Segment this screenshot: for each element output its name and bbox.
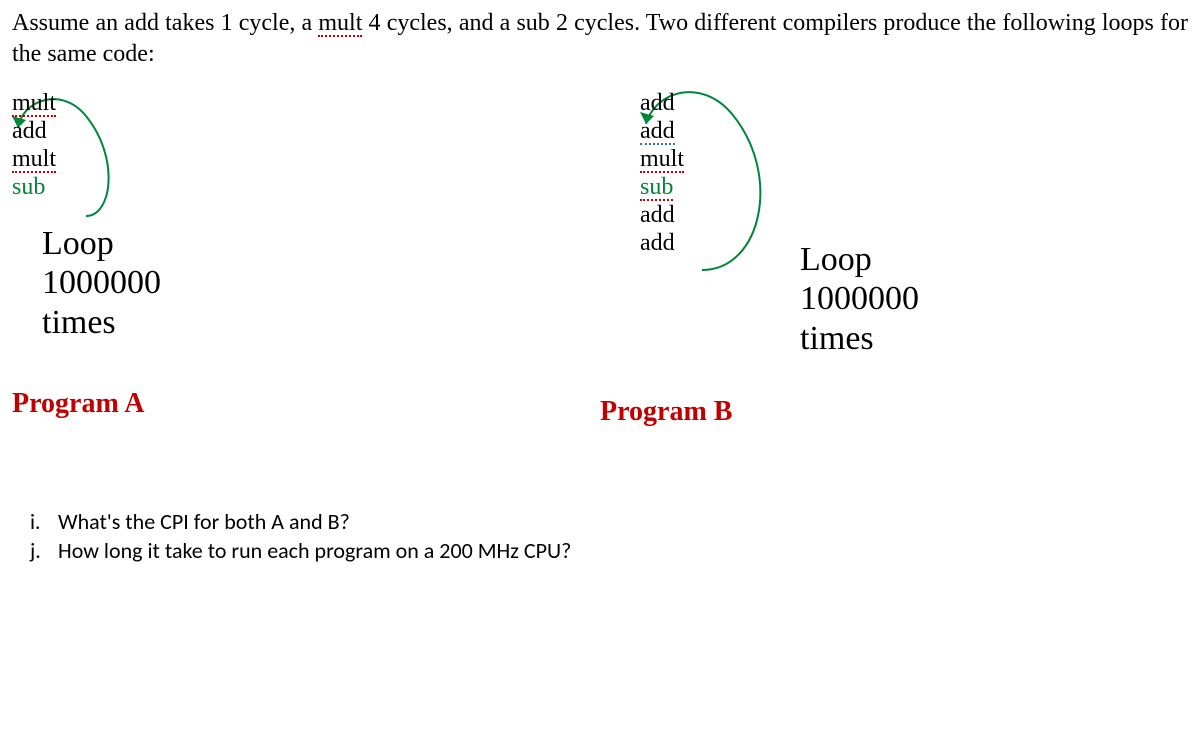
instr-b-1: add <box>640 121 675 145</box>
instr-a-2: mult <box>12 149 56 173</box>
loop-b-line1: Loop <box>800 240 919 279</box>
instr-a-1: add <box>12 118 47 144</box>
loop-a-line2: 1000000 <box>42 263 161 302</box>
program-b: add add mult sub add add Loop 1000000 ti… <box>600 88 1188 448</box>
instr-b-5: add <box>640 230 675 256</box>
loop-b-line3: times <box>800 319 919 358</box>
program-a-label: Program A <box>12 388 144 420</box>
loop-b-line2: 1000000 <box>800 279 919 318</box>
instr-a-0: mult <box>12 93 56 117</box>
q-j-text: How long it take to run each program on … <box>58 537 571 564</box>
question-j: j. How long it take to run each program … <box>12 537 1188 564</box>
q-i-text: What's the CPI for both A and B? <box>58 508 350 535</box>
q-i-num: i. <box>12 508 58 535</box>
instr-b-0: add <box>640 90 675 116</box>
intro-text: Assume an add takes 1 cycle, a mult 4 cy… <box>12 8 1188 70</box>
program-b-label: Program B <box>600 396 732 428</box>
loop-a-line1: Loop <box>42 224 161 263</box>
intro-pre: Assume an add takes 1 cycle, a <box>12 10 318 36</box>
program-a: mult add mult sub Loop 1000000 times Pro… <box>12 88 600 448</box>
intro-mult-word: mult <box>318 13 362 37</box>
instr-a-3: sub <box>12 174 45 200</box>
questions: i. What's the CPI for both A and B? j. H… <box>12 508 1188 564</box>
instr-b-3: sub <box>640 177 673 201</box>
question-i: i. What's the CPI for both A and B? <box>12 508 1188 535</box>
loop-a-line3: times <box>42 303 161 342</box>
instr-b-2: mult <box>640 149 684 173</box>
q-j-num: j. <box>12 537 58 564</box>
programs-row: mult add mult sub Loop 1000000 times Pro… <box>12 88 1188 448</box>
instr-b-4: add <box>640 202 675 228</box>
